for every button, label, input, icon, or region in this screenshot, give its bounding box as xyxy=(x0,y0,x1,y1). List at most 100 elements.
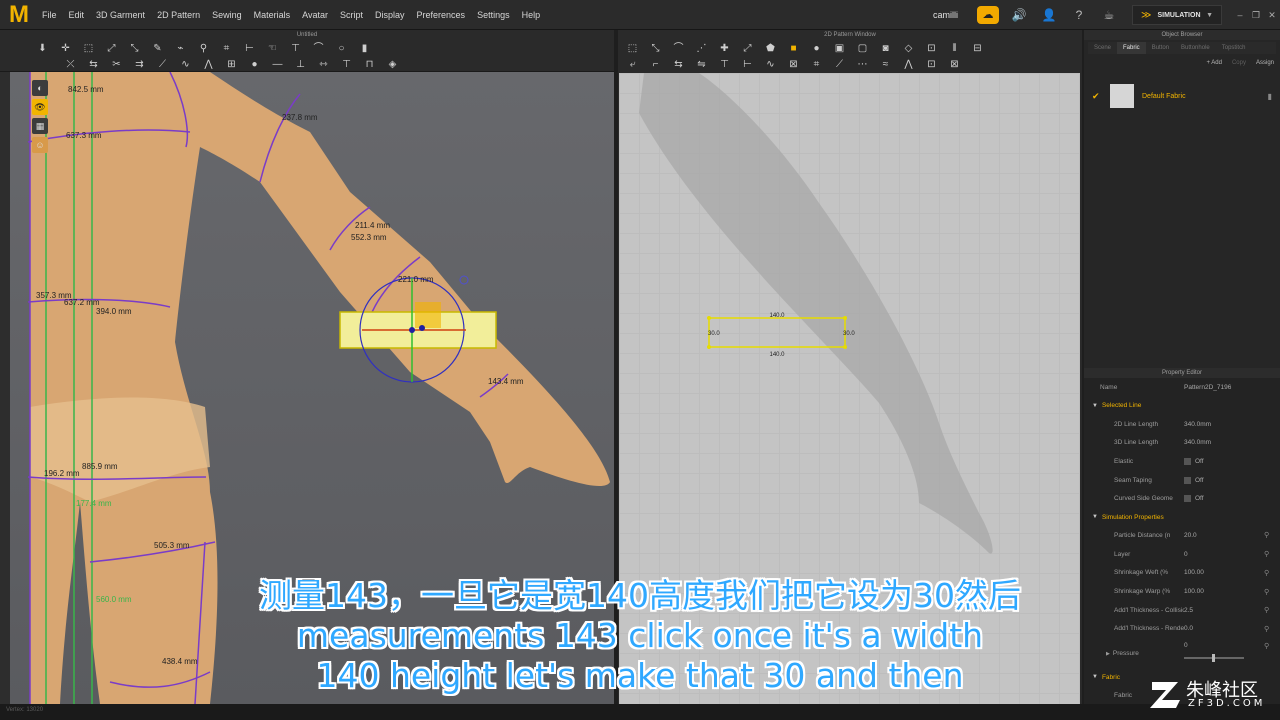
dash-icon[interactable]: — xyxy=(269,58,286,71)
2d-curve-icon[interactable]: ⌒ xyxy=(670,42,687,55)
simulation-mode-button[interactable]: ≫ SIMULATION ▼ xyxy=(1132,5,1222,25)
fold-icon[interactable]: ⌁ xyxy=(172,42,189,55)
tab-topstitch[interactable]: Topstitch xyxy=(1216,42,1252,54)
2d-stitch-icon[interactable]: ⋯ xyxy=(854,58,871,71)
2d-rectangle-icon[interactable]: ■ xyxy=(785,42,802,55)
user-icon[interactable]: 👤 xyxy=(1039,5,1059,25)
box-select-icon[interactable]: ⬚ xyxy=(80,42,97,55)
2d-zigzag-icon[interactable]: ⋀ xyxy=(900,58,917,71)
menu-preferences[interactable]: Preferences xyxy=(411,0,472,30)
pin-icon[interactable]: ⚲ xyxy=(1264,531,1280,539)
texture-icon[interactable]: ▦ xyxy=(32,118,48,134)
2d-edit-icon[interactable]: ⤡ xyxy=(647,42,664,55)
pin-icon[interactable]: ⚲ xyxy=(1264,569,1280,577)
cut-icon[interactable]: ✂ xyxy=(108,58,125,71)
fabric-list-item[interactable]: ✔ Default Fabric ▮ xyxy=(1084,82,1280,110)
tab-scene[interactable]: Scene xyxy=(1088,42,1117,54)
transform-icon[interactable]: ⤢ xyxy=(103,42,120,55)
property-value-toggle[interactable]: Off xyxy=(1184,457,1280,465)
menu-edit[interactable]: Edit xyxy=(63,0,91,30)
cloud-sync-icon[interactable]: ☁ xyxy=(977,6,999,24)
gizmo-rotate-handle[interactable] xyxy=(459,275,469,285)
2d-tack-icon[interactable]: ⌗ xyxy=(808,58,825,71)
property-value[interactable]: 20.0 xyxy=(1184,532,1264,539)
property-value[interactable]: Pattern2D_7196 xyxy=(1184,384,1280,391)
2d-circle-icon[interactable]: ● xyxy=(808,42,825,55)
2d-sew-icon[interactable]: ⇆ xyxy=(670,58,687,71)
copy-fabric-button[interactable]: Copy xyxy=(1232,60,1246,66)
avatar-icon[interactable]: ☺ xyxy=(32,137,48,153)
line-icon[interactable]: ⟋ xyxy=(154,58,171,71)
checkbox[interactable] xyxy=(1184,457,1191,465)
2d-internal-rect-icon[interactable]: ▢ xyxy=(854,42,871,55)
hand-icon[interactable]: ☜ xyxy=(264,42,281,55)
2d-trim-icon[interactable]: ⊠ xyxy=(946,58,963,71)
pin-icon[interactable]: ⚲ xyxy=(1264,606,1280,614)
arrangement-icon[interactable]: ⇉ xyxy=(131,58,148,71)
user-name[interactable]: camilli xyxy=(933,10,958,20)
pin-icon[interactable]: ⚲ xyxy=(1264,625,1280,633)
2d-select-icon[interactable]: ⬚ xyxy=(624,42,641,55)
gizmo-pivot[interactable] xyxy=(419,325,425,331)
menu-settings[interactable]: Settings xyxy=(471,0,516,30)
2d-check-icon[interactable]: ⊠ xyxy=(785,58,802,71)
2d-internal-polygon-icon[interactable]: ▣ xyxy=(831,42,848,55)
property-value[interactable]: 2.5 xyxy=(1184,607,1264,614)
property-value[interactable]: 100.00 xyxy=(1184,588,1264,595)
property-value[interactable]: 0 xyxy=(1184,551,1264,558)
checkbox[interactable] xyxy=(1184,476,1191,484)
grid-icon[interactable]: ⊞ xyxy=(223,58,240,71)
zigzag-icon[interactable]: ⋀ xyxy=(200,58,217,71)
basket-icon[interactable]: ☕ xyxy=(1099,5,1119,25)
menu-help[interactable]: Help xyxy=(516,0,547,30)
tab-buttonhole[interactable]: Buttonhole xyxy=(1175,42,1216,54)
2d-segment-icon[interactable]: ⊢ xyxy=(739,58,756,71)
2d-free-sew-icon[interactable]: ∿ xyxy=(762,58,779,71)
minimize-button[interactable]: – xyxy=(1232,10,1248,20)
2d-seam-icon[interactable]: ⤶ xyxy=(624,58,641,71)
move-tool-icon[interactable]: ✛ xyxy=(57,42,74,55)
2d-shirt-icon[interactable]: ⊤ xyxy=(716,58,733,71)
menu-file[interactable]: File xyxy=(36,0,63,30)
gizmo-center[interactable] xyxy=(409,327,415,333)
help-icon[interactable]: ? xyxy=(1069,5,1089,25)
add-fabric-button[interactable]: + Add xyxy=(1206,60,1222,66)
2d-point-icon[interactable]: ⋰ xyxy=(693,42,710,55)
property-value-toggle[interactable]: Off xyxy=(1184,476,1280,484)
2d-graphic-icon[interactable]: ⊡ xyxy=(923,58,940,71)
property-value[interactable]: 340.0mm xyxy=(1184,421,1280,428)
pattern-point[interactable] xyxy=(707,316,711,320)
2d-edit-texture-icon[interactable]: ⟋ xyxy=(831,58,848,71)
pin-icon[interactable]: ⚲ xyxy=(195,42,212,55)
menu-2d-pattern[interactable]: 2D Pattern xyxy=(151,0,206,30)
eye-icon[interactable]: 👁 xyxy=(32,99,48,115)
camera-icon[interactable]: ◐ xyxy=(32,80,48,96)
ruler-icon[interactable]: ⇿ xyxy=(315,58,332,71)
menu-avatar[interactable]: Avatar xyxy=(296,0,334,30)
brush-icon[interactable]: ✎ xyxy=(149,42,166,55)
arc-icon[interactable]: ⌒ xyxy=(310,42,327,55)
2d-fold-icon[interactable]: ⌐ xyxy=(647,58,664,71)
section-selected-line[interactable]: ▼ Selected Line xyxy=(1084,397,1280,415)
pressure-slider[interactable] xyxy=(1184,654,1244,663)
menu-display[interactable]: Display xyxy=(369,0,411,30)
3d-viewport[interactable]: 842.5 mm 637.3 mm 237.8 mm 211.4 mm 552.… xyxy=(10,72,614,704)
property-value[interactable]: 0.0 xyxy=(1184,625,1264,632)
avatar-measure-icon[interactable]: ⤫ xyxy=(62,58,79,71)
2d-dart-icon[interactable]: ◇ xyxy=(900,42,917,55)
2d-wave-icon[interactable]: ≈ xyxy=(877,58,894,71)
pin-icon[interactable]: ⚲ xyxy=(1264,550,1280,558)
property-value[interactable]: 100.00 xyxy=(1184,569,1264,576)
property-value[interactable]: 340.0mm xyxy=(1184,439,1280,446)
dot-icon[interactable]: ● xyxy=(246,58,263,71)
curve-icon[interactable]: ∿ xyxy=(177,58,194,71)
pattern-point[interactable] xyxy=(843,316,847,320)
lasso-icon[interactable]: ○ xyxy=(333,42,350,55)
menu-3d-garment[interactable]: 3D Garment xyxy=(90,0,151,30)
assign-fabric-button[interactable]: Assign xyxy=(1256,60,1274,66)
gizmo-plane-handle[interactable] xyxy=(415,302,441,328)
close-button[interactable]: ✕ xyxy=(1264,10,1280,21)
maximize-button[interactable]: ❐ xyxy=(1248,10,1264,21)
2d-canvas[interactable]: 140.0 140.0 30.0 30.0 xyxy=(619,73,1080,704)
select-tool-icon[interactable]: ⬇ xyxy=(34,42,51,55)
